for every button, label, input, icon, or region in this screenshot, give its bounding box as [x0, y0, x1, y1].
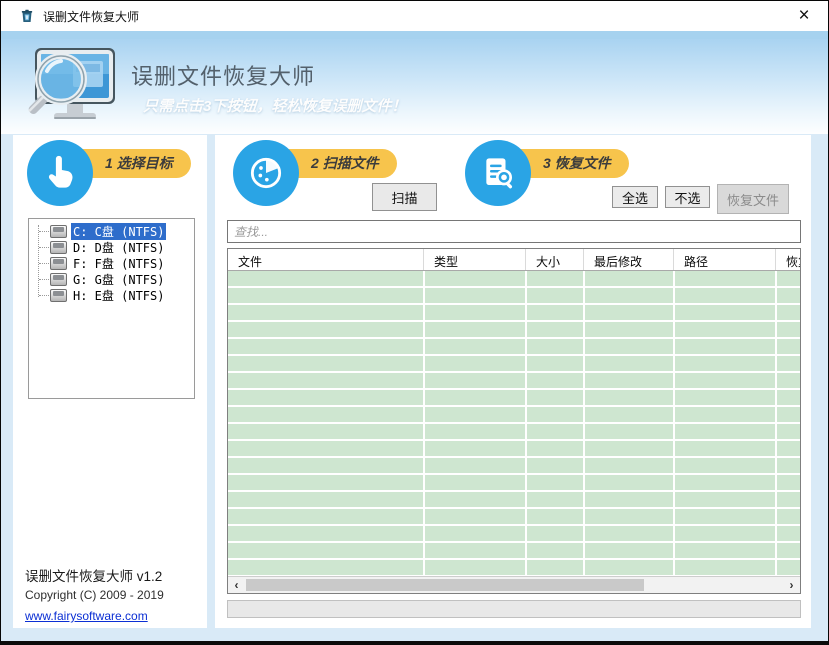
- app-header: 误删文件恢复大师 只需点击3下按钮，轻松恢复误删文件！: [1, 39, 828, 134]
- column-header-modified[interactable]: 最后修改: [584, 249, 674, 270]
- horizontal-scrollbar[interactable]: ‹ ›: [228, 576, 800, 593]
- drive-label: H: E盘 (NTFS): [71, 287, 166, 304]
- accent-strip: [1, 31, 828, 39]
- column-divider: [423, 271, 425, 576]
- column-header-file[interactable]: 文件: [228, 249, 424, 270]
- table-body-empty: [228, 271, 800, 576]
- column-divider: [673, 271, 675, 576]
- tree-branch-line: [39, 231, 49, 232]
- drive-icon: [50, 225, 67, 238]
- website-link[interactable]: www.fairysoftware.com: [25, 609, 148, 623]
- column-divider: [525, 271, 527, 576]
- drive-label: G: G盘 (NTFS): [71, 271, 166, 288]
- drive-tree: C: C盘 (NTFS) D: D盘 (NTFS) F: F盘 (NTFS) G…: [28, 218, 195, 399]
- search-input[interactable]: [227, 220, 801, 243]
- drive-icon: [50, 273, 67, 286]
- column-divider: [775, 271, 777, 576]
- file-search-icon: [465, 140, 531, 206]
- recycle-bin-icon: [19, 8, 35, 24]
- drive-label: C: C盘 (NTFS): [71, 223, 166, 240]
- select-all-button[interactable]: 全选: [612, 186, 658, 208]
- app-version: 误删文件恢复大师 v1.2: [25, 565, 162, 585]
- column-divider: [583, 271, 585, 576]
- scroll-right-arrow-icon[interactable]: ›: [783, 577, 800, 593]
- header-tagline: 只需点击3下按钮，轻松恢复误删文件！: [143, 95, 406, 116]
- drive-icon: [50, 241, 67, 254]
- target-selection-panel: 1 选择目标 C: C盘 (NTFS) D: D盘 (NTFS): [13, 135, 207, 628]
- drive-item-h[interactable]: H: E盘 (NTFS): [29, 287, 194, 303]
- drive-item-d[interactable]: D: D盘 (NTFS): [29, 239, 194, 255]
- drive-label: D: D盘 (NTFS): [71, 239, 166, 256]
- radar-scan-icon: [233, 140, 299, 206]
- drive-icon: [50, 257, 67, 270]
- column-header-size[interactable]: 大小: [526, 249, 584, 270]
- results-table: 文件 类型 大小 最后修改 路径 恢复 ‹ ›: [227, 248, 801, 594]
- drive-item-c[interactable]: C: C盘 (NTFS): [29, 223, 194, 239]
- drive-item-g[interactable]: G: G盘 (NTFS): [29, 271, 194, 287]
- column-header-type[interactable]: 类型: [424, 249, 526, 270]
- close-button[interactable]: ×: [790, 3, 818, 29]
- scan-button[interactable]: 扫描: [372, 183, 437, 211]
- header-app-title: 误删文件恢复大师: [131, 59, 315, 91]
- drive-item-f[interactable]: F: F盘 (NTFS): [29, 255, 194, 271]
- tree-branch-line: [39, 263, 49, 264]
- monitor-magnifier-logo: [27, 45, 123, 127]
- scan-recover-panel: 2 扫描文件 扫描 3 恢复文件: [215, 135, 811, 628]
- drive-icon: [50, 289, 67, 302]
- tree-branch-line: [39, 295, 49, 296]
- tree-branch-line: [39, 279, 49, 280]
- hand-click-icon: [27, 140, 93, 206]
- recover-files-button[interactable]: 恢复文件: [717, 184, 789, 214]
- scrollbar-thumb[interactable]: [246, 579, 644, 591]
- copyright-text: Copyright (C) 2009 - 2019: [25, 588, 164, 602]
- column-header-path[interactable]: 路径: [674, 249, 776, 270]
- title-bar: 误删文件恢复大师 ×: [1, 1, 828, 31]
- table-header-row: 文件 类型 大小 最后修改 路径 恢复: [228, 249, 800, 271]
- main-area: 1 选择目标 C: C盘 (NTFS) D: D盘 (NTFS): [1, 134, 828, 641]
- scroll-left-arrow-icon[interactable]: ‹: [228, 577, 245, 593]
- column-header-recover[interactable]: 恢复: [776, 249, 800, 270]
- app-window: 误删文件恢复大师 × 误删文件恢复大师 只需点击3下按钮，轻松恢复误: [0, 0, 829, 645]
- select-none-button[interactable]: 不选: [665, 186, 710, 208]
- tree-branch-line: [39, 247, 49, 248]
- progress-status-bar: [227, 600, 801, 618]
- drive-label: F: F盘 (NTFS): [71, 255, 166, 272]
- window-title: 误删文件恢复大师: [43, 8, 139, 25]
